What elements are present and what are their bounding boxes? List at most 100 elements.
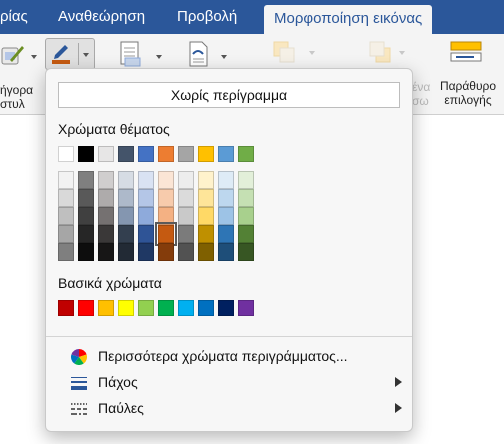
picture-border-button[interactable] [45, 38, 95, 70]
wrap-text-icon[interactable] [186, 40, 212, 68]
send-backward-label-line2: σω [412, 94, 429, 108]
theme-shade-swatch[interactable] [218, 207, 234, 225]
theme-color-swatch[interactable] [118, 146, 134, 162]
theme-shade-swatch[interactable] [178, 189, 194, 207]
theme-shade-swatch[interactable] [58, 207, 74, 225]
theme-shade-swatch[interactable] [158, 171, 174, 189]
menu-separator [46, 336, 412, 337]
theme-shade-swatch[interactable] [198, 189, 214, 207]
standard-color-swatch[interactable] [138, 300, 154, 316]
pencil-icon [50, 41, 72, 65]
theme-shade-swatch[interactable] [158, 243, 174, 261]
more-outline-colors-item[interactable]: Περισσότερα χρώματα περιγράμματος... [46, 343, 412, 369]
weight-label: Πάχος [98, 374, 138, 390]
theme-shade-swatch[interactable] [118, 171, 134, 189]
theme-color-swatch[interactable] [98, 146, 114, 162]
theme-shade-swatch[interactable] [118, 189, 134, 207]
theme-shade-swatch[interactable] [78, 171, 94, 189]
quick-styles-icon[interactable] [0, 42, 26, 68]
theme-color-swatch[interactable] [198, 146, 214, 162]
theme-shade-swatch[interactable] [138, 171, 154, 189]
bring-forward-icon [272, 40, 296, 64]
standard-color-swatch[interactable] [78, 300, 94, 316]
standard-color-swatch[interactable] [198, 300, 214, 316]
theme-shade-swatch[interactable] [58, 171, 74, 189]
theme-color-swatch[interactable] [178, 146, 194, 162]
theme-shade-swatch[interactable] [138, 207, 154, 225]
theme-shade-swatch[interactable] [158, 189, 174, 207]
theme-color-swatch[interactable] [138, 146, 154, 162]
theme-shade-swatch[interactable] [98, 225, 114, 243]
theme-color-swatch[interactable] [78, 146, 94, 162]
theme-shade-swatch[interactable] [178, 225, 194, 243]
picture-border-dropdown-caret[interactable] [83, 53, 89, 57]
selection-pane-icon[interactable] [448, 38, 484, 68]
theme-color-swatch[interactable] [58, 146, 74, 162]
tab-format-picture[interactable]: Μορφοποίηση εικόνας [264, 5, 433, 34]
quick-styles-dropdown-caret[interactable] [31, 55, 37, 59]
quick-styles-label-line1: ήγορα [0, 83, 34, 97]
theme-shade-swatch[interactable] [78, 189, 94, 207]
selection-pane-label-line2[interactable]: επιλογής [437, 93, 499, 107]
more-outline-colors-label: Περισσότερα χρώματα περιγράμματος... [98, 348, 348, 364]
standard-color-swatch[interactable] [238, 300, 254, 316]
send-backward-icon [368, 40, 392, 64]
theme-shade-swatch[interactable] [78, 207, 94, 225]
dash-style-icon [70, 400, 88, 416]
theme-shade-swatch[interactable] [78, 225, 94, 243]
theme-shade-swatch[interactable] [238, 189, 254, 207]
theme-shade-swatch[interactable] [218, 171, 234, 189]
wrap-text-dropdown-caret[interactable] [221, 55, 227, 59]
theme-color-swatch[interactable] [158, 146, 174, 162]
theme-shade-swatch[interactable] [218, 243, 234, 261]
standard-color-swatch[interactable] [218, 300, 234, 316]
standard-color-swatch[interactable] [58, 300, 74, 316]
standard-color-swatch[interactable] [118, 300, 134, 316]
theme-shade-swatch[interactable] [238, 225, 254, 243]
split-divider [78, 43, 79, 65]
theme-shade-swatch[interactable] [218, 225, 234, 243]
theme-shade-swatch[interactable] [198, 207, 214, 225]
theme-shade-swatch[interactable] [118, 243, 134, 261]
theme-shade-swatch[interactable] [218, 189, 234, 207]
theme-shade-swatch[interactable] [238, 243, 254, 261]
theme-shade-swatch[interactable] [98, 189, 114, 207]
tab-references-partial[interactable]: ρίας [0, 0, 28, 34]
theme-shade-swatch[interactable] [238, 171, 254, 189]
theme-shade-swatch[interactable] [58, 189, 74, 207]
no-outline-button[interactable]: Χωρίς περίγραμμα [58, 82, 400, 108]
theme-shade-swatch[interactable] [178, 243, 194, 261]
theme-shade-swatch[interactable] [198, 225, 214, 243]
theme-shade-swatch[interactable] [118, 207, 134, 225]
selection-pane-label-line1[interactable]: Παράθυρο [437, 79, 499, 93]
standard-color-swatch[interactable] [158, 300, 174, 316]
theme-shade-swatch[interactable] [138, 225, 154, 243]
picture-effects-dropdown-caret[interactable] [156, 55, 162, 59]
theme-shade-swatch[interactable] [138, 243, 154, 261]
theme-shade-swatch[interactable] [98, 171, 114, 189]
theme-shade-swatch[interactable] [238, 207, 254, 225]
picture-effects-icon[interactable] [118, 40, 144, 68]
theme-color-swatch[interactable] [238, 146, 254, 162]
bring-forward-caret [309, 51, 315, 55]
theme-shade-swatch[interactable] [158, 207, 174, 225]
tab-review[interactable]: Αναθεώρηση [58, 0, 145, 34]
theme-shade-swatch[interactable] [155, 222, 177, 246]
weight-item[interactable]: Πάχος [46, 369, 412, 395]
theme-shade-swatch[interactable] [178, 171, 194, 189]
theme-shade-swatch[interactable] [198, 171, 214, 189]
standard-color-swatch[interactable] [98, 300, 114, 316]
theme-shade-swatch[interactable] [198, 243, 214, 261]
theme-color-swatch[interactable] [218, 146, 234, 162]
theme-shade-swatch[interactable] [78, 243, 94, 261]
theme-shade-swatch[interactable] [58, 243, 74, 261]
theme-shade-swatch[interactable] [138, 189, 154, 207]
theme-shade-swatch[interactable] [98, 207, 114, 225]
tab-view[interactable]: Προβολή [177, 0, 237, 34]
theme-shade-swatch[interactable] [118, 225, 134, 243]
theme-shade-swatch[interactable] [58, 225, 74, 243]
theme-shade-swatch[interactable] [178, 207, 194, 225]
standard-color-swatch[interactable] [178, 300, 194, 316]
theme-shade-swatch[interactable] [98, 243, 114, 261]
dashes-item[interactable]: Παύλες [46, 395, 412, 421]
